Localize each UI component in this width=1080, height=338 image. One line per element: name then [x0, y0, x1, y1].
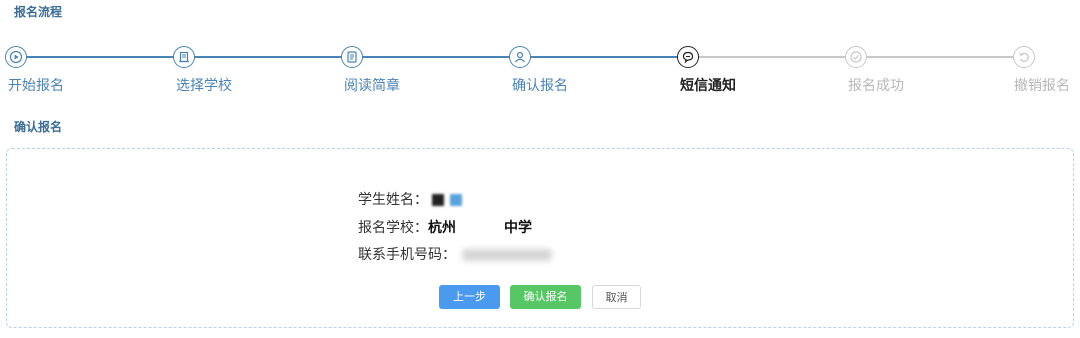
- school-icon: [173, 46, 195, 68]
- prev-step-button[interactable]: 上一步: [439, 285, 500, 309]
- phone-label: 联系手机号码：: [358, 247, 456, 263]
- step-label-success: 报名成功: [848, 78, 904, 94]
- step-connector: [352, 56, 520, 58]
- play-icon: [5, 46, 27, 68]
- step-connector: [16, 56, 184, 58]
- student-name-label: 学生姓名：: [358, 192, 428, 208]
- check-icon: [845, 46, 867, 68]
- user-confirm-icon: [509, 46, 531, 68]
- school-row: 报名学校：杭州 中学: [358, 217, 532, 237]
- step-label-sms: 短信通知: [680, 78, 736, 94]
- step-connector: [688, 56, 856, 58]
- step-label-confirm: 确认报名: [512, 78, 568, 94]
- step-label-read: 阅读简章: [344, 78, 400, 94]
- process-title: 报名流程: [14, 5, 63, 19]
- confirm-section-title: 确认报名: [14, 120, 63, 134]
- school-value-suffix: 中学: [504, 220, 532, 236]
- step-connector: [856, 56, 1024, 58]
- confirm-registration-button[interactable]: 确认报名: [510, 285, 581, 309]
- step-label-cancel: 撤销报名: [1014, 78, 1070, 94]
- student-name-redacted: [432, 194, 462, 206]
- school-value-prefix: 杭州: [428, 220, 456, 236]
- step-connector: [520, 56, 688, 58]
- document-icon: [341, 46, 363, 68]
- phone-row: 联系手机号码：: [358, 244, 552, 264]
- undo-icon: [1013, 46, 1035, 68]
- cancel-button[interactable]: 取消: [592, 285, 641, 309]
- school-label: 报名学校：: [358, 220, 428, 236]
- phone-redacted: [462, 249, 552, 261]
- chat-icon: [677, 46, 699, 68]
- student-name-row: 学生姓名：: [358, 189, 462, 209]
- step-label-school: 选择学校: [176, 78, 232, 94]
- step-connector: [184, 56, 352, 58]
- progress-steps: 开始报名 选择学校 阅读简章 确认报名 短信通知 报名成功 撤销报名: [0, 44, 1080, 104]
- step-label-start: 开始报名: [8, 78, 64, 94]
